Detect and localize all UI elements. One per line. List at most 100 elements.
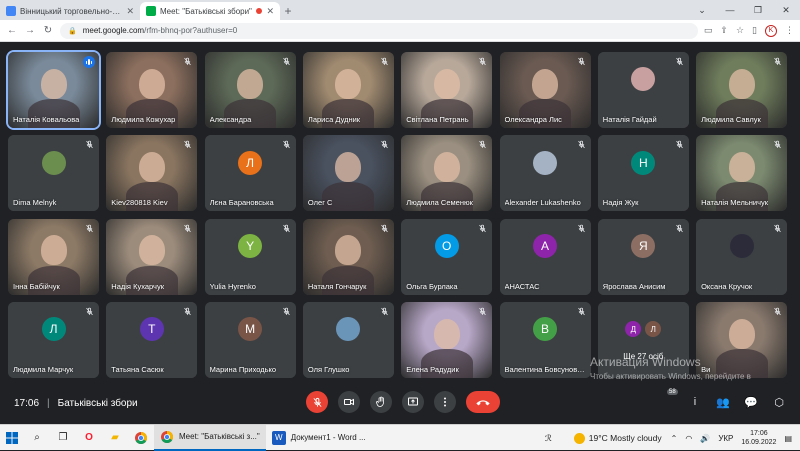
- participant-tile[interactable]: Надія Кухарчук: [106, 218, 198, 295]
- participant-tile[interactable]: Н Надія Жук: [597, 135, 689, 212]
- participant-name: Yulia Hyrenko: [209, 281, 256, 291]
- participant-tile[interactable]: Александра: [204, 52, 296, 128]
- participant-name: Наталя Гончарук: [307, 281, 367, 291]
- people-icon[interactable]: 👥: [716, 395, 730, 409]
- participant-tile[interactable]: Alexander Lukashenko: [499, 135, 591, 212]
- start-button[interactable]: [0, 425, 24, 451]
- sidebar-icon[interactable]: ▯: [752, 25, 757, 36]
- back-icon[interactable]: ←: [6, 25, 18, 36]
- opera-button[interactable]: O: [76, 425, 102, 451]
- lock-icon: 🔒: [68, 27, 77, 35]
- avatar: Л: [41, 317, 66, 342]
- show-hidden-icons-icon[interactable]: ⌃: [671, 434, 678, 443]
- profile-avatar[interactable]: K: [765, 24, 777, 37]
- present-button[interactable]: [402, 391, 424, 413]
- task-view-button[interactable]: ❐: [50, 425, 76, 451]
- mic-muted-icon: [477, 306, 488, 317]
- reload-icon[interactable]: ↻: [42, 25, 54, 36]
- maximize-icon[interactable]: ❐: [744, 0, 772, 20]
- participant-tile[interactable]: М Марина Приходько: [204, 301, 296, 378]
- participant-tile[interactable]: В Валентина Бовсуновська: [499, 301, 591, 378]
- participant-tile[interactable]: Людмила Кожухар: [106, 52, 198, 128]
- participant-tile[interactable]: Я Ярослава Анисим: [597, 218, 689, 295]
- participant-tile[interactable]: Лариса Дудник: [302, 52, 394, 128]
- close-tab-icon[interactable]: ✕: [126, 6, 134, 17]
- avatar: [336, 317, 361, 342]
- close-tab-icon[interactable]: ✕: [266, 6, 274, 17]
- participant-name: Надія Жук: [602, 198, 639, 208]
- more-icon: [444, 397, 446, 407]
- participant-tile[interactable]: О Ольга Бурлака: [401, 218, 493, 295]
- chrome-button[interactable]: [128, 425, 154, 451]
- participant-tile[interactable]: Інна Бабійчук: [8, 218, 99, 295]
- camera-permission-icon[interactable]: ▭: [704, 25, 713, 36]
- bookmark-star-icon[interactable]: ☆: [736, 25, 744, 36]
- more-options-button[interactable]: [434, 391, 456, 413]
- mic-muted-icon: [772, 139, 783, 150]
- participant-tile[interactable]: Наталія Мельничук: [696, 135, 788, 212]
- present-icon: [408, 397, 418, 406]
- raise-hand-button[interactable]: [370, 391, 392, 413]
- participant-tile[interactable]: Людмила Савлук: [696, 52, 788, 128]
- toolbar-icons: ▭ ⇪ ☆ ▯ K ⋮: [704, 24, 794, 37]
- weather-text: 19°C Mostly cloudy: [588, 433, 662, 443]
- participant-tile[interactable]: Людмила Семенюк: [401, 135, 493, 212]
- participant-tile[interactable]: Т Татьяна Сасюк: [106, 301, 198, 378]
- participant-tile[interactable]: Наталія Гайдай: [597, 52, 689, 128]
- network-icon[interactable]: ◠: [685, 434, 692, 443]
- chrome-icon: [160, 430, 174, 444]
- participant-tile[interactable]: Елена Радудик: [401, 301, 493, 378]
- volume-icon[interactable]: 🔊: [700, 434, 710, 443]
- share-icon[interactable]: ⇪: [720, 25, 728, 36]
- weather-widget[interactable]: ℛ 19°C Mostly cloudy: [545, 425, 662, 451]
- mic-off-icon: [312, 397, 322, 407]
- chat-icon[interactable]: 💬: [744, 395, 758, 409]
- address-bar[interactable]: 🔒 meet.google.com/rfm-bhnq-por?authuser=…: [60, 22, 698, 39]
- mic-muted-icon: [674, 56, 685, 67]
- participant-tile[interactable]: Олег С: [302, 135, 394, 212]
- language-indicator[interactable]: УКР: [718, 434, 733, 443]
- clock-time: 17:06: [750, 430, 768, 437]
- participant-tile[interactable]: Олександра Лис: [499, 52, 591, 128]
- participant-tile[interactable]: Y Yulia Hyrenko: [204, 218, 296, 295]
- participant-tile[interactable]: Світлана Петрань: [401, 52, 493, 128]
- leave-call-button[interactable]: [466, 391, 500, 413]
- forward-icon[interactable]: →: [24, 25, 36, 36]
- close-window-icon[interactable]: ✕: [772, 0, 800, 20]
- taskbar-meet-window[interactable]: Meet: "Батьківські з...": [154, 424, 266, 451]
- camera-toggle-button[interactable]: [338, 391, 360, 413]
- participant-tile[interactable]: Kiev280818 Kiev: [106, 135, 198, 212]
- avatar: О: [434, 233, 459, 258]
- participant-tile[interactable]: Оксана Кручок: [696, 218, 788, 295]
- file-explorer-button[interactable]: ▰: [102, 425, 128, 451]
- participant-tile[interactable]: Л Лєна Барановська: [204, 135, 296, 212]
- tab-vinnytsia[interactable]: Вінницький торговельно-економ ✕: [0, 2, 140, 20]
- participant-name: Марина Приходько: [209, 364, 277, 374]
- search-taskbar-button[interactable]: ⌕: [24, 425, 50, 451]
- participant-tile[interactable]: Ви: [696, 301, 788, 378]
- participant-tile[interactable]: Д Л Ще 27 осіб: [597, 301, 689, 378]
- participant-tile[interactable]: Наталія Ковальова: [6, 50, 101, 130]
- activities-icon[interactable]: ⬡: [772, 395, 786, 409]
- system-tray: ⌃ ◠ 🔊 УКР 17:06 16.09.2022 ▤: [671, 425, 800, 451]
- clock[interactable]: 17:06 16.09.2022: [741, 429, 776, 447]
- person-silhouette: [237, 68, 264, 99]
- hangup-icon: [476, 400, 490, 406]
- tab-meet[interactable]: Meet: "Батьківські збори" ✕: [140, 2, 280, 20]
- minimize-icon[interactable]: —: [716, 0, 744, 20]
- new-tab-button[interactable]: +: [280, 2, 296, 20]
- meeting-info: 17:06 | Батьківські збори: [14, 398, 138, 409]
- participant-tile[interactable]: Л Людмила Марчук: [8, 301, 99, 378]
- participant-tile[interactable]: Оля Глушко: [302, 301, 394, 378]
- camera-icon: [344, 398, 354, 406]
- mic-toggle-button[interactable]: [306, 391, 328, 413]
- participant-name: АНАСТАС: [504, 281, 540, 291]
- chevron-down-icon[interactable]: ⌄: [688, 0, 716, 20]
- participant-tile[interactable]: А АНАСТАС: [499, 218, 591, 295]
- menu-dots-icon[interactable]: ⋮: [785, 25, 794, 36]
- meeting-info-icon[interactable]: i: [688, 395, 702, 409]
- participant-tile[interactable]: Dima Melnyk: [8, 135, 99, 212]
- taskbar-word-window[interactable]: W Документ1 - Word ...: [266, 425, 372, 451]
- participant-tile[interactable]: Наталя Гончарук: [302, 218, 394, 295]
- notifications-icon[interactable]: ▤: [784, 434, 792, 443]
